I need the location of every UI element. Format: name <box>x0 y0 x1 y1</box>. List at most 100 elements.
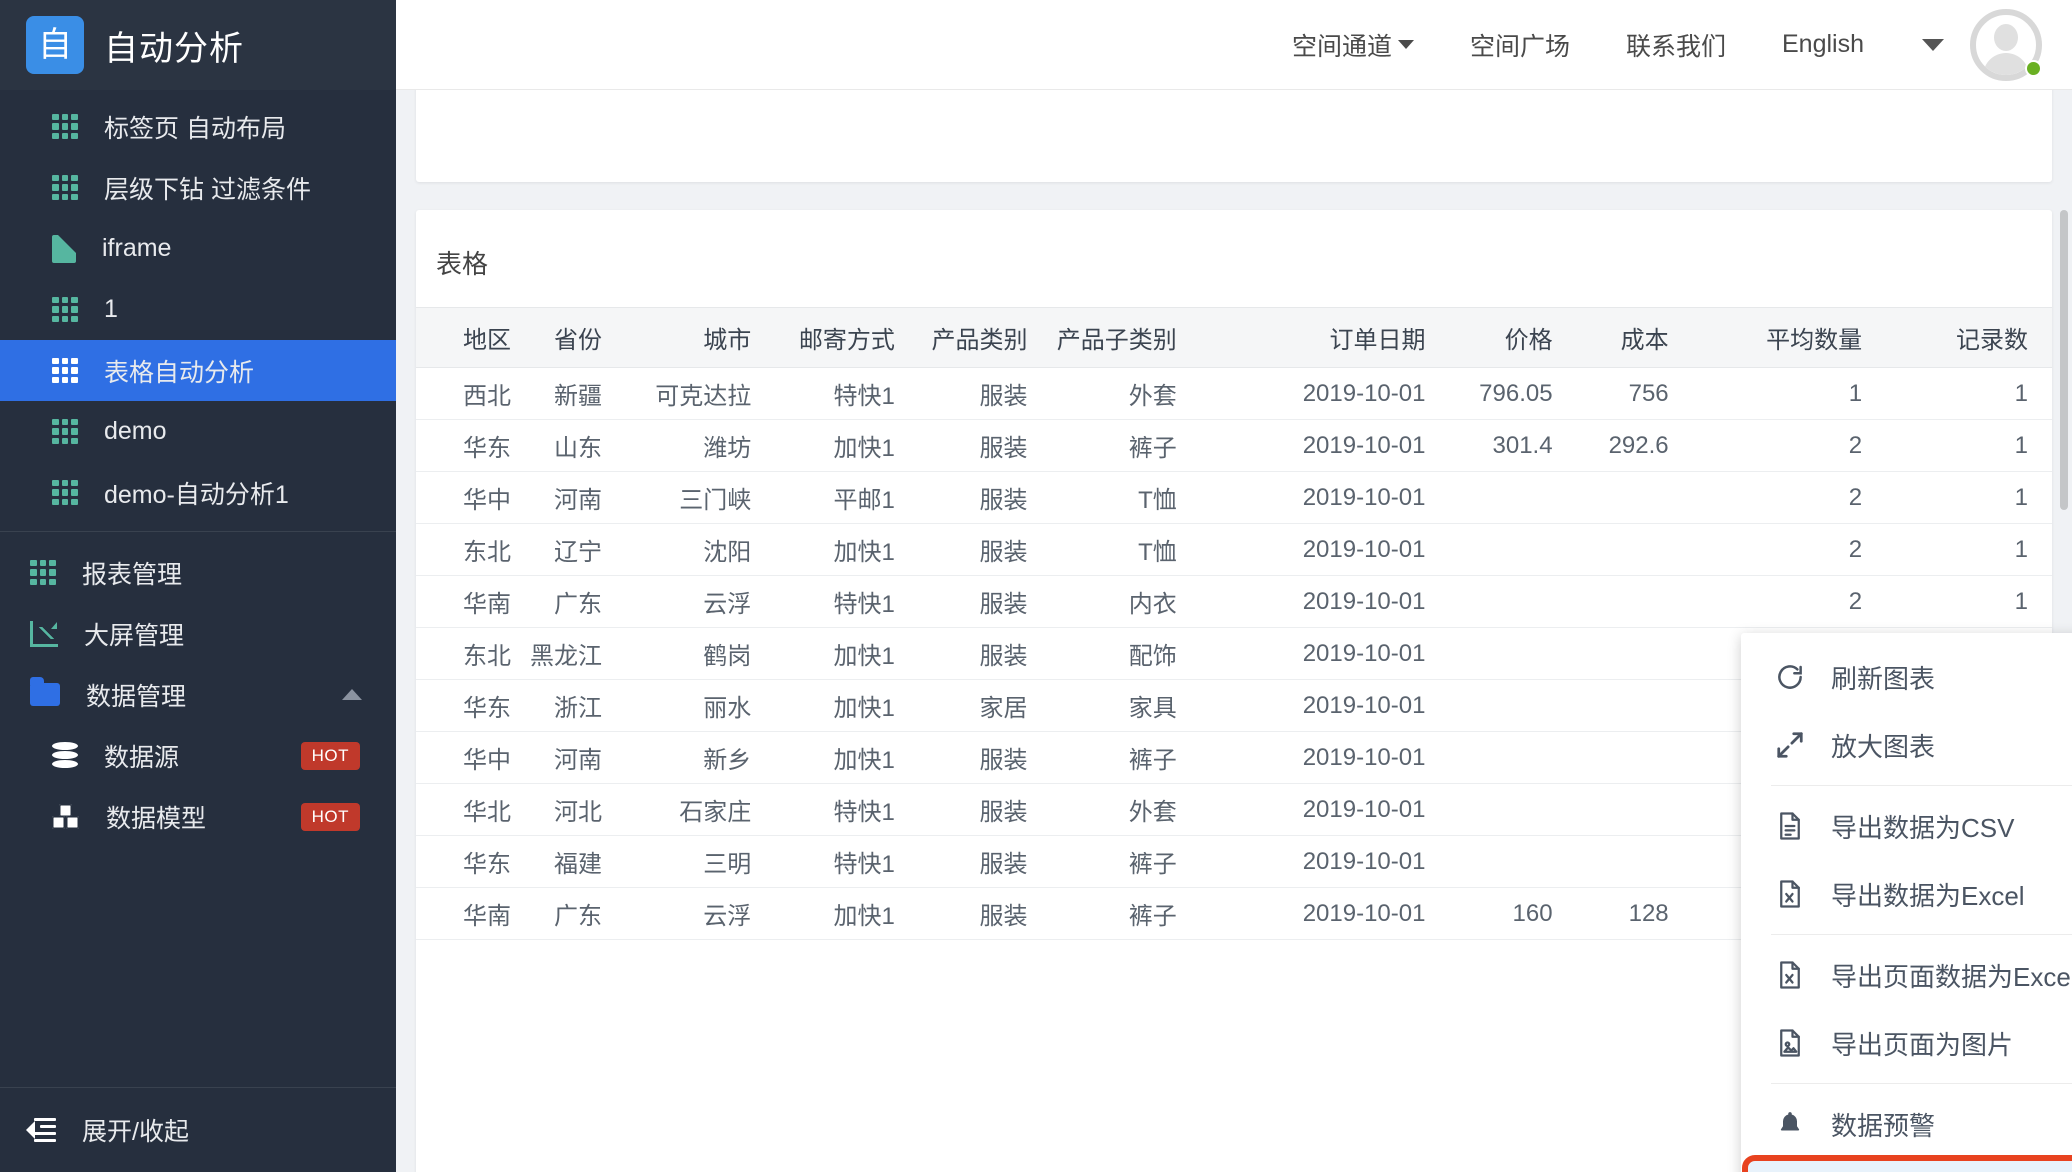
cell-ship-mode: 加快1 <box>775 419 919 472</box>
table-card-title: 表格 <box>436 249 489 279</box>
hot-badge: HOT <box>300 741 360 770</box>
content-scroll-area: 表格 地区 省份 城市 邮寄方式 产品类别 产品子类别 订单日期 价格 成本 平… <box>396 90 2072 1172</box>
cell-province: 河北 <box>521 783 626 836</box>
sidebar-group-data-management[interactable]: 数据管理 <box>0 664 396 725</box>
menu-item-refresh-chart[interactable]: 刷新图表 <box>1741 643 2072 711</box>
cell-city: 丽水 <box>626 679 776 732</box>
cell-order-date: 2019-10-01 <box>1200 367 1450 420</box>
cell-order-date: 2019-10-01 <box>1200 835 1450 888</box>
app-root: 自 自动分析 标签页 自动布局 层级下钻 过滤条件 iframe 1 表格自动分… <box>0 0 2072 1172</box>
grid-icon <box>52 479 78 506</box>
grid-icon <box>30 559 56 586</box>
cell-ship-mode: 平邮1 <box>775 471 919 524</box>
column-header-region[interactable]: 地区 <box>416 307 521 368</box>
cell-order-date: 2019-10-01 <box>1200 419 1450 472</box>
cell-category: 家居 <box>918 679 1052 732</box>
cell-price <box>1449 575 1577 628</box>
menu-item-label: 刷新图表 <box>1831 663 1936 694</box>
sidebar-item-datamodel[interactable]: 数据模型 HOT <box>0 786 396 847</box>
cell-cost: 756 <box>1576 367 1693 420</box>
column-header-category[interactable]: 产品类别 <box>918 307 1052 368</box>
sidebar-item-demo[interactable]: demo <box>0 401 396 462</box>
sidebar-group-label: 数据管理 <box>86 682 187 711</box>
cell-region: 华南 <box>416 575 521 628</box>
cell-price: 796.05 <box>1449 367 1577 420</box>
menu-item-label: 导出数据为Excel <box>1831 880 2025 911</box>
table-header: 地区 省份 城市 邮寄方式 产品类别 产品子类别 订单日期 价格 成本 平均数量… <box>416 307 2052 368</box>
sidebar-collapse-toggle[interactable]: 展开/收起 <box>0 1088 396 1172</box>
sidebar-item-datasource[interactable]: 数据源 HOT <box>0 725 396 786</box>
scrollbar-thumb[interactable] <box>2060 210 2068 510</box>
topnav-contact-us[interactable]: 联系我们 <box>1598 27 1754 63</box>
sidebar-item-drilldown-filter[interactable]: 层级下钻 过滤条件 <box>0 157 396 218</box>
column-header-order-date[interactable]: 订单日期 <box>1200 307 1450 368</box>
hot-badge: HOT <box>300 802 360 831</box>
cell-record-count: 1 <box>1886 367 2052 420</box>
column-header-subcategory[interactable]: 产品子类别 <box>1051 307 1201 368</box>
topnav-language[interactable]: English <box>1754 30 1892 59</box>
column-header-ship-mode[interactable]: 邮寄方式 <box>775 307 919 368</box>
sidebar-item-tabs-auto-layout[interactable]: 标签页 自动布局 <box>0 96 396 157</box>
column-header-city[interactable]: 城市 <box>626 307 776 368</box>
cell-avg-qty: 2 <box>1692 471 1887 524</box>
cell-cost <box>1576 731 1693 784</box>
sidebar-item-label: iframe <box>102 234 172 262</box>
cell-subcategory: 裤子 <box>1051 731 1201 784</box>
cell-cost <box>1576 575 1693 628</box>
grid-icon <box>52 418 78 445</box>
sidebar-item-iframe[interactable]: iframe <box>0 218 396 279</box>
cell-cost <box>1576 679 1693 732</box>
cell-region: 东北 <box>416 523 521 576</box>
cell-order-date: 2019-10-01 <box>1200 523 1450 576</box>
user-menu-chevron-down-icon[interactable] <box>1922 38 1944 51</box>
topnav-label: English <box>1782 30 1864 58</box>
column-header-avg-qty[interactable]: 平均数量 <box>1692 307 1887 368</box>
grid-icon <box>52 113 78 140</box>
table-row[interactable]: 东北 辽宁 沈阳 加快1 服装 T恤 2019-10-01 2 1 <box>416 523 2052 576</box>
menu-item-data-alert[interactable]: 数据预警 <box>1741 1090 2072 1158</box>
table-row[interactable]: 华南 广东 云浮 特快1 服装 内衣 2019-10-01 2 1 <box>416 575 2052 628</box>
cell-subcategory: 外套 <box>1051 367 1201 420</box>
chevron-up-icon[interactable] <box>342 689 362 700</box>
column-header-province[interactable]: 省份 <box>521 307 626 368</box>
sidebar-item-1[interactable]: 1 <box>0 279 396 340</box>
menu-item-export-page-image[interactable]: 导出页面为图片 <box>1741 1009 2072 1077</box>
menu-item-enlarge-chart[interactable]: 放大图表 <box>1741 711 2072 779</box>
menu-item-export-csv[interactable]: 导出数据为CSV <box>1741 792 2072 860</box>
sidebar-item-label: 数据模型 <box>106 804 207 833</box>
menu-item-export-excel[interactable]: 导出数据为Excel <box>1741 860 2072 928</box>
folder-icon <box>30 677 60 706</box>
sidebar-group-report-management[interactable]: 报表管理 <box>0 542 396 603</box>
cell-city: 云浮 <box>626 575 776 628</box>
cell-city: 沈阳 <box>626 523 776 576</box>
column-header-record-count[interactable]: 记录数 <box>1886 307 2052 368</box>
column-header-price[interactable]: 价格 <box>1449 307 1577 368</box>
cell-price: 160 <box>1449 887 1577 940</box>
brand[interactable]: 自 自动分析 <box>0 0 396 90</box>
menu-item-label: 导出数据为CSV <box>1831 812 2015 843</box>
menu-item-auto-analysis[interactable]: 自动分析 <box>1742 1155 2072 1172</box>
table-row[interactable]: 华中 河南 三门峡 平邮1 服装 T恤 2019-10-01 2 1 <box>416 471 2052 524</box>
cell-subcategory: 家具 <box>1051 679 1201 732</box>
avatar[interactable] <box>1970 8 2042 81</box>
topnav-space-channel[interactable]: 空间通道 <box>1264 27 1442 63</box>
menu-item-label: 导出页面数据为Excel <box>1831 961 2072 992</box>
cell-price <box>1449 627 1577 680</box>
cell-price <box>1449 471 1577 524</box>
table-row[interactable]: 华东 山东 潍坊 加快1 服装 裤子 2019-10-01 301.4 292.6 2 1 <box>416 419 2052 472</box>
sidebar-item-label: 数据源 <box>104 743 180 772</box>
cell-city: 三门峡 <box>626 471 776 524</box>
cell-city: 三明 <box>626 835 776 888</box>
cell-category: 服装 <box>918 887 1052 940</box>
database-icon <box>52 741 78 770</box>
menu-item-export-page-excel[interactable]: 导出页面数据为Excel <box>1741 941 2072 1009</box>
sidebar-item-demo-auto-analysis-1[interactable]: demo-自动分析1 <box>0 462 396 523</box>
chart-card-partial <box>416 90 2052 182</box>
table-row[interactable]: 西北 新疆 可克达拉 特快1 服装 外套 2019-10-01 796.05 756 1 1 <box>416 367 2052 420</box>
cell-record-count: 1 <box>1886 471 2052 524</box>
topnav-space-square[interactable]: 空间广场 <box>1442 27 1598 63</box>
column-header-cost[interactable]: 成本 <box>1576 307 1693 368</box>
sidebar-item-table-auto-analysis[interactable]: 表格自动分析 <box>0 340 396 401</box>
sidebar-group-dashboard-management[interactable]: 大屏管理 <box>0 603 396 664</box>
cell-subcategory: 外套 <box>1051 783 1201 836</box>
